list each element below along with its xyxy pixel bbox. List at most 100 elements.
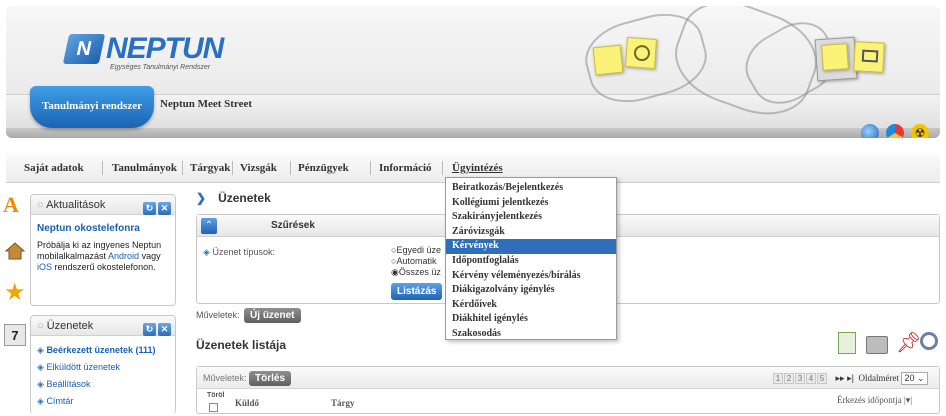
aktualitasok-title: Aktualitások <box>46 199 106 211</box>
dd-diakigazolvany[interactable]: Diákigazolvány igénylés <box>446 283 616 298</box>
aktualitasok-panel: ○ Aktualitások ↻ ✕ Neptun okostelefonra P… <box>30 194 176 306</box>
sort-icon[interactable]: |▾| <box>904 395 912 405</box>
next-page-icon[interactable]: ▸▸ <box>836 373 845 383</box>
menu-informacio[interactable]: Információ <box>379 153 432 183</box>
aktualitasok-header: ○ Aktualitások ↻ ✕ <box>31 195 175 215</box>
pagination: 12345 ▸▸ ▸| Oldalméret 20 ⌄ <box>772 372 928 385</box>
books-note-icon <box>821 43 849 71</box>
col-sender-header[interactable]: Küldő <box>235 398 259 408</box>
tab-neptun-meet-street[interactable]: Neptun Meet Street <box>160 98 252 110</box>
arrow-icon: ◈ <box>203 247 210 257</box>
message-type-label: ◈ Üzenet típusok: <box>203 247 275 257</box>
ugyintezes-dropdown: Beiratkozás/Bejelentkezés Kollégiumi jel… <box>445 177 617 340</box>
dd-beiratkozas[interactable]: Beiratkozás/Bejelentkezés <box>446 181 616 196</box>
uzenetek-panel-header: ○ Üzenetek ↻ ✕ <box>31 316 175 336</box>
chevron-right-icon: ❯ <box>196 191 207 205</box>
collapse-icon[interactable]: ⌃ <box>201 218 217 234</box>
menu-targyak[interactable]: Tárgyak <box>190 153 230 183</box>
page-size-select[interactable]: 20 ⌄ <box>901 372 928 385</box>
arrow-icon: ◈ <box>37 379 44 389</box>
dd-idopontfoglalas[interactable]: Időpontfoglalás <box>446 254 616 269</box>
excel-export-icon[interactable] <box>838 332 856 354</box>
message-type-radios: ○Egyedi üze ○Automatik ◉Összes üz <box>391 245 441 278</box>
header-bottom-strip <box>6 128 940 138</box>
dd-diakhitel[interactable]: Diákhitel igénylés <box>446 312 616 327</box>
menu-tanulmanyok[interactable]: Tanulmányok <box>112 153 177 183</box>
page-3[interactable]: 3 <box>795 373 805 384</box>
logo-subtitle: Egységes Tanulmányi Rendszer <box>110 64 211 71</box>
star-icon[interactable]: ★ <box>4 281 26 305</box>
sticky-note-icon <box>592 44 624 76</box>
tab-tanulmanyi-rendszer[interactable]: Tanulmányi rendszer <box>30 86 154 128</box>
settings-link[interactable]: ◈ Beállítások <box>37 376 169 393</box>
panel-refresh-icon[interactable]: ↻ <box>143 323 156 336</box>
new-message-button[interactable]: Új üzenet <box>244 308 301 323</box>
panel-dot-icon: ○ <box>37 320 44 332</box>
page-4[interactable]: 4 <box>806 373 816 384</box>
sent-link[interactable]: ◈ Elküldött üzenetek <box>37 359 169 376</box>
arrow-icon: ◈ <box>37 396 44 406</box>
news-text: Próbálja ki az ingyenes Neptun mobilalka… <box>37 240 162 272</box>
dd-kollegiumi[interactable]: Kollégiumi jelentkezés <box>446 196 616 211</box>
col-subject-header[interactable]: Tárgy <box>331 398 355 408</box>
list-button[interactable]: Listázás <box>391 283 443 300</box>
neptun-logo[interactable]: N NEPTUN Egységes Tanulmányi Rendszer <box>62 30 224 74</box>
panel-refresh-icon[interactable]: ↻ <box>143 202 156 215</box>
quick-icons-bar: A ★ 7 <box>0 190 28 414</box>
logo-name: NEPTUN <box>106 32 224 65</box>
panel-dot-icon: ○ <box>37 199 44 211</box>
dd-zarovizsgak[interactable]: Záróvizsgák <box>446 225 616 240</box>
list-actions-label: Műveletek: <box>203 373 247 383</box>
page-1[interactable]: 1 <box>773 373 783 384</box>
ios-link[interactable]: iOS <box>37 262 52 272</box>
font-size-icon[interactable]: A <box>3 194 25 216</box>
dd-kerveny-velemenyezes[interactable]: Kérvény véleményezés/bírálás <box>446 269 616 284</box>
list-title: Üzenetek listája <box>196 338 287 352</box>
radio-egyedi[interactable]: ○Egyedi üze <box>391 245 441 256</box>
android-link[interactable]: Android <box>108 251 139 261</box>
directory-link[interactable]: ◈ Címtár <box>37 393 169 410</box>
dd-kervenyek[interactable]: Kérvények <box>446 239 616 254</box>
dd-szakosodas[interactable]: Szakosodás <box>446 327 616 342</box>
radio-automatikus[interactable]: ○Automatik <box>391 256 441 267</box>
menu-vizsgak[interactable]: Vizsgák <box>240 153 277 183</box>
uzenetek-panel-title: Üzenetek <box>46 320 94 332</box>
color-wheel-icon[interactable] <box>886 124 904 138</box>
page-size-label: Oldalméret <box>858 373 899 383</box>
inbox-link[interactable]: ◈ Beérkezett üzenetek (111) <box>37 342 169 359</box>
dd-szakirany[interactable]: Szakirányjelentkezés <box>446 210 616 225</box>
radiation-icon[interactable]: ☢ <box>911 124 929 138</box>
table-toolbar: Műveletek: Törlés 12345 ▸▸ ▸| Oldalméret… <box>197 367 939 389</box>
page-2[interactable]: 2 <box>784 373 794 384</box>
menu-sajat-adatok[interactable]: Saját adatok <box>24 153 84 183</box>
page-title: ❯ Üzenetek <box>196 191 271 205</box>
select-all-checkbox[interactable] <box>209 403 218 412</box>
col-delete-header: Töröl <box>207 392 225 399</box>
panel-close-icon[interactable]: ✕ <box>158 202 171 215</box>
panel-close-icon[interactable]: ✕ <box>158 323 171 336</box>
news-title[interactable]: Neptun okostelefonra <box>37 223 169 234</box>
pin-icon[interactable]: 📌︎ <box>896 332 921 354</box>
radio-osszes[interactable]: ◉Összes üz <box>391 267 441 278</box>
computer-note-icon <box>853 41 885 73</box>
home-icon[interactable] <box>4 240 26 262</box>
uzenetek-panel: ○ Üzenetek ↻ ✕ ◈ Beérkezett üzenetek (111… <box>30 315 176 414</box>
col-arrival-header[interactable]: Érkezés időpontja |▾| <box>837 395 912 406</box>
arrow-icon: ◈ <box>37 345 44 355</box>
list-tools: 📌︎ <box>838 330 942 358</box>
last-page-icon[interactable]: ▸| <box>847 373 854 383</box>
dd-kerdoivek[interactable]: Kérdőívek <box>446 298 616 313</box>
filter-title: Szűrések <box>271 220 315 231</box>
globe-note-icon <box>624 36 658 70</box>
header-decoration <box>546 6 936 129</box>
calendar-icon[interactable]: 7 <box>4 324 26 346</box>
menu-penzugyek[interactable]: Pénzügyek <box>298 153 349 183</box>
delete-button[interactable]: Törlés <box>249 371 292 386</box>
globe-icon[interactable] <box>861 124 879 138</box>
actions-row: Műveletek: Új üzenet <box>196 308 301 323</box>
search-icon[interactable] <box>920 332 938 350</box>
print-icon[interactable] <box>866 336 888 354</box>
messages-table: Műveletek: Törlés 12345 ▸▸ ▸| Oldalméret… <box>196 366 940 414</box>
page-5[interactable]: 5 <box>817 373 827 384</box>
logo-mark-icon: N <box>62 34 106 64</box>
